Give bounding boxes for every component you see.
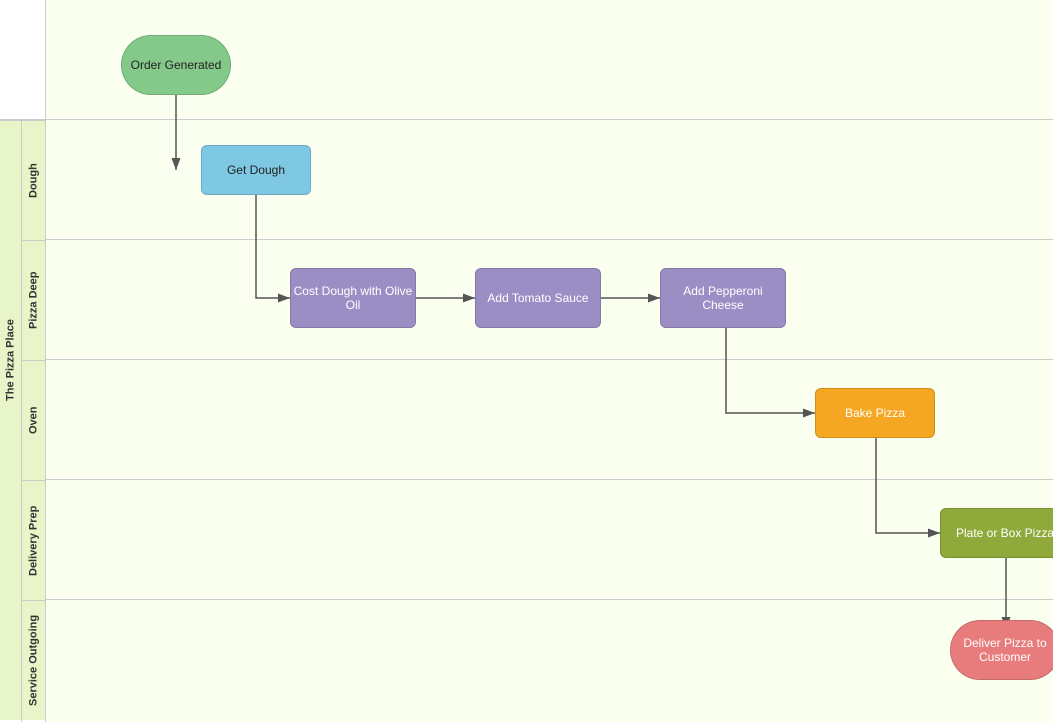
lane-delivery-prep-bg	[46, 480, 1053, 600]
diagram-container: The Pizza Place Dough Pizza Deep Oven De…	[0, 0, 1053, 722]
lane-service-incoming-header	[46, 0, 1053, 120]
lane-label-dough: Dough	[22, 120, 45, 240]
lane-service-outgoing-bg	[46, 600, 1053, 722]
node-add-pepperoni[interactable]: Add Pepperoni Cheese	[660, 268, 786, 328]
lane-label-delivery-prep: Delivery Prep	[22, 480, 45, 600]
node-add-tomato[interactable]: Add Tomato Sauce	[475, 268, 601, 328]
lane-label-pizza-deep: Pizza Deep	[22, 240, 45, 360]
lane-dough-bg	[46, 120, 1053, 240]
node-cost-dough[interactable]: Cost Dough with Olive Oil	[290, 268, 416, 328]
node-deliver[interactable]: Deliver Pizza to Customer	[950, 620, 1053, 680]
group-label: The Pizza Place	[0, 120, 21, 600]
lane-label-oven: Oven	[22, 360, 45, 480]
lane-label-service-outgoing: Service Outgoing	[22, 600, 45, 720]
node-get-dough[interactable]: Get Dough	[201, 145, 311, 195]
canvas-area: Order Generated Get Dough Cost Dough wit…	[46, 0, 1053, 722]
node-bake-pizza[interactable]: Bake Pizza	[815, 388, 935, 438]
group-label-bottom	[0, 600, 21, 720]
lane-label-service-incoming-outer	[0, 0, 46, 120]
node-plate-box[interactable]: Plate or Box Pizza	[940, 508, 1053, 558]
